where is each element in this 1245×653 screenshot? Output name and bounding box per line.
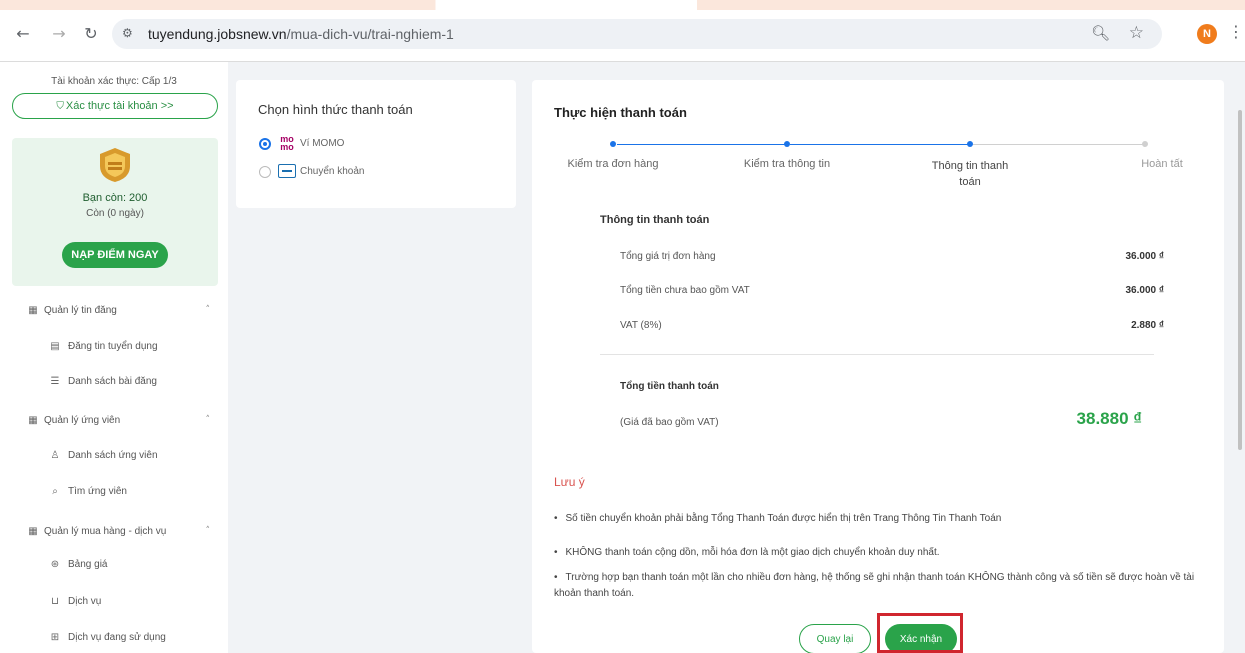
sidebar-item-active-services[interactable]: ⊞ Dịch vụ đang sử dụng xyxy=(0,625,228,649)
chevron-up-icon: ˄ xyxy=(205,526,211,536)
service-icon: ⊞ xyxy=(50,631,60,643)
menu-kebab-icon[interactable]: ⋮ xyxy=(1228,22,1244,41)
step-connector xyxy=(790,144,970,145)
page-scrollbar[interactable] xyxy=(1238,110,1242,450)
grand-total-note: (Giá đã bao gồm VAT) xyxy=(620,417,719,428)
bank-transfer-option-label[interactable]: Chuyển khoản xyxy=(300,166,365,177)
bank-card-icon xyxy=(278,164,296,178)
grid-icon: ▦ xyxy=(28,414,38,426)
step-dot-3 xyxy=(967,141,973,147)
browser-toolbar: ← → ↻ ⚙ tuyendung.jobsnew.vn/mua-dich-vu… xyxy=(0,0,1245,62)
momo-option-label[interactable]: Ví MOMO xyxy=(300,138,344,149)
points-card: Bạn còn: 200 Còn (0 ngày) NẠP ĐIỂM NGAY xyxy=(12,138,218,286)
momo-logo-icon: mo mo xyxy=(280,134,294,152)
step-dot-2 xyxy=(784,141,790,147)
payment-method-card: Chọn hình thức thanh toán mo mo Ví MOMO C… xyxy=(236,80,516,208)
step-label-1: Kiểm tra đơn hàng xyxy=(567,158,659,170)
sidebar-item-post-list[interactable]: ☰ Danh sách bài đăng xyxy=(0,369,228,393)
grid-icon: ▦ xyxy=(28,525,38,537)
sidebar-group-candidates[interactable]: ▦ Quản lý ứng viên ˄ xyxy=(0,408,228,432)
sidebar-group-posts[interactable]: ▦ Quản lý tin đăng ˄ xyxy=(0,298,228,322)
step-dot-4 xyxy=(1142,141,1148,147)
post-icon: ▤ xyxy=(50,340,60,352)
site-info-icon[interactable]: ⚙ xyxy=(122,26,138,42)
search-icon: ⌕ xyxy=(52,485,58,497)
note-title: Lưu ý xyxy=(554,475,585,489)
verify-account-label: Xác thực tài khoản >> xyxy=(65,100,174,112)
medal-icon xyxy=(100,148,130,182)
sidebar-item-services[interactable]: ⊔ Dịch vụ xyxy=(0,589,228,613)
back-arrow-icon[interactable]: ← xyxy=(12,22,34,44)
note-item: Số tiền chuyển khoản phải bằng Tổng Than… xyxy=(554,511,1204,527)
grand-total-value: 38.880 ₫ xyxy=(1076,409,1142,428)
payment-title: Thực hiện thanh toán xyxy=(554,105,687,120)
price-icon: ⊛ xyxy=(50,558,60,570)
order-total-label: Tổng giá trị đơn hàng xyxy=(620,251,716,262)
order-total-value: 36.000 ₫ xyxy=(1125,251,1165,262)
sidebar-group-purchases[interactable]: ▦ Quản lý mua hàng - dịch vụ ˄ xyxy=(0,519,228,543)
note-item: KHÔNG thanh toán cộng dồn, mỗi hóa đơn l… xyxy=(554,545,1204,561)
chevron-up-icon: ˄ xyxy=(205,415,211,425)
chevron-up-icon: ˄ xyxy=(205,305,211,315)
reload-icon[interactable]: ↻ xyxy=(80,22,102,44)
sidebar-item-price-list[interactable]: ⊛ Bảng giá xyxy=(0,552,228,576)
payment-info-title: Thông tin thanh toán xyxy=(600,214,710,226)
pre-vat-value: 36.000 ₫ xyxy=(1125,285,1165,296)
bookmark-star-icon[interactable]: ☆ xyxy=(1129,23,1144,43)
step-label-3: Thông tin thanh toán xyxy=(931,160,1009,188)
cart-icon: ⊔ xyxy=(51,595,59,607)
highlight-annotation xyxy=(877,613,963,653)
sidebar-item-post-job[interactable]: ▤ Đăng tin tuyển dụng xyxy=(0,334,228,358)
sidebar-item-find-candidate[interactable]: ⌕ Tìm ứng viên xyxy=(0,479,228,503)
list-icon: ☰ xyxy=(50,375,60,387)
shield-check-icon: ⛉ xyxy=(56,100,64,112)
user-icon: ♙ xyxy=(50,449,60,461)
grand-total-label: Tổng tiền thanh toán xyxy=(620,381,719,392)
divider xyxy=(600,354,1154,355)
vat-label: VAT (8%) xyxy=(620,320,662,331)
step-label-4: Hoàn tất xyxy=(1141,158,1183,170)
tab-strip xyxy=(0,0,1245,10)
step-connector xyxy=(973,144,1145,145)
step-connector xyxy=(617,144,787,145)
points-balance: Bạn còn: 200 xyxy=(82,192,148,204)
step-label-2: Kiểm tra thông tin xyxy=(743,158,831,170)
back-button[interactable]: Quay lại xyxy=(799,624,871,653)
forward-arrow-icon[interactable]: → xyxy=(48,22,70,44)
note-item: Trường hợp bạn thanh toán một lần cho nh… xyxy=(554,570,1214,602)
vat-value: 2.880 ₫ xyxy=(1131,320,1164,331)
verify-account-button[interactable]: ⛉ Xác thực tài khoản >> xyxy=(12,93,218,119)
profile-avatar[interactable]: N xyxy=(1197,24,1217,44)
payment-method-title: Chọn hình thức thanh toán xyxy=(258,102,413,117)
step-dot-1 xyxy=(610,141,616,147)
payment-card: Thực hiện thanh toán Kiểm tra đơn hàng K… xyxy=(532,80,1224,653)
topup-button[interactable]: NẠP ĐIỂM NGAY xyxy=(62,242,168,268)
url-text[interactable]: tuyendung.jobsnew.vn/mua-dich-vu/trai-ng… xyxy=(148,26,454,42)
days-remaining: Còn (0 ngày) xyxy=(86,208,144,219)
sidebar-item-candidate-list[interactable]: ♙ Danh sách ứng viên xyxy=(0,443,228,467)
momo-radio[interactable] xyxy=(259,138,271,150)
grid-icon: ▦ xyxy=(28,304,38,316)
bank-transfer-radio[interactable] xyxy=(259,166,271,178)
address-bar[interactable]: ⚙ tuyendung.jobsnew.vn/mua-dich-vu/trai-… xyxy=(112,19,1162,49)
zoom-icon[interactable]: 🔍︎ xyxy=(1091,24,1110,42)
account-level-text: Tài khoản xác thực: Cấp 1/3 xyxy=(51,76,177,87)
pre-vat-label: Tổng tiền chưa bao gồm VAT xyxy=(620,285,750,296)
